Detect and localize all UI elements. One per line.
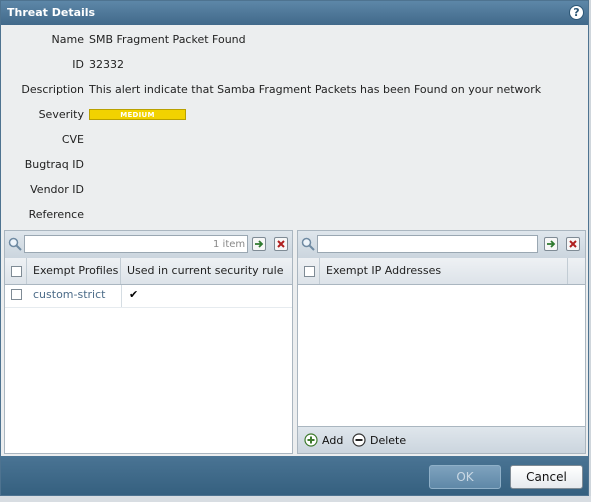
severity-badge: MEDIUM [89, 109, 186, 120]
detail-row-severity: Severity MEDIUM [5, 108, 586, 124]
dialog-footer: OK Cancel [1, 456, 588, 495]
id-label: ID [72, 58, 84, 71]
description-label: Description [21, 83, 84, 96]
select-all-checkbox[interactable] [304, 266, 315, 277]
row-divider [5, 307, 292, 308]
clear-x-icon [569, 240, 577, 248]
search-icon [301, 237, 315, 251]
add-label: Add [322, 434, 344, 447]
detail-row-description: Description This alert indicate that Sam… [5, 83, 586, 99]
detail-row-reference: Reference [5, 208, 586, 224]
detail-row-bugtraq: Bugtraq ID [5, 158, 586, 174]
row-checkbox[interactable] [11, 289, 22, 300]
detail-row-id: ID 32332 [5, 58, 586, 74]
select-all-checkbox[interactable] [11, 266, 22, 277]
vendor-id-label: Vendor ID [30, 183, 84, 196]
dialog-titlebar: Threat Details ? [1, 1, 588, 25]
exempt-profiles-toolbar: 1 item [5, 231, 292, 259]
background-strip [0, 496, 591, 502]
exempt-ips-header: Exempt IP Addresses [298, 258, 585, 285]
plus-icon [304, 433, 318, 447]
description-value: This alert indicate that Samba Fragment … [89, 83, 542, 96]
help-icon[interactable]: ? [569, 5, 584, 20]
table-row[interactable]: custom-strict ✔ [5, 285, 292, 306]
apply-filter-button[interactable] [252, 237, 266, 251]
cancel-button[interactable]: Cancel [510, 465, 583, 489]
severity-label: Severity [38, 108, 84, 121]
exempt-ips-toolbar [298, 231, 585, 259]
clear-filter-button[interactable] [274, 237, 288, 251]
apply-filter-button[interactable] [544, 237, 558, 251]
item-count: 1 item [213, 239, 246, 250]
arrow-right-icon [547, 240, 556, 248]
detail-row-name: Name SMB Fragment Packet Found [5, 33, 586, 49]
column-exempt-profiles[interactable]: Exempt Profiles [27, 258, 121, 284]
minus-icon [352, 433, 366, 447]
exempt-profiles-header: Exempt Profiles Used in current security… [5, 258, 292, 285]
exempt-ips-footer-toolbar: Add Delete [298, 426, 585, 453]
delete-label: Delete [370, 434, 407, 447]
exempt-profiles-panel: 1 item Exempt Profiles Used in current s… [4, 230, 293, 454]
bugtraq-label: Bugtraq ID [24, 158, 84, 171]
name-value: SMB Fragment Packet Found [89, 33, 246, 46]
profile-name[interactable]: custom-strict [33, 288, 105, 301]
clear-x-icon [277, 240, 285, 248]
arrow-right-icon [255, 240, 264, 248]
cve-label: CVE [61, 133, 84, 146]
used-checkmark: ✔ [129, 288, 139, 301]
clear-filter-button[interactable] [566, 237, 580, 251]
threat-details-section: Name SMB Fragment Packet Found ID 32332 … [5, 27, 586, 229]
id-value: 32332 [89, 58, 124, 71]
dialog-title: Threat Details [7, 6, 96, 19]
delete-button[interactable]: Delete [352, 432, 412, 448]
select-all-cell [298, 258, 320, 284]
reference-label: Reference [28, 208, 84, 221]
ok-button[interactable]: OK [429, 465, 501, 489]
exempt-ips-panel: Exempt IP Addresses Add Delete [297, 230, 586, 454]
column-divider [121, 285, 122, 307]
select-all-cell [5, 258, 27, 284]
name-label: Name [51, 33, 84, 46]
exempt-ips-search-input[interactable] [317, 235, 538, 253]
search-icon [8, 237, 22, 251]
detail-row-vendor: Vendor ID [5, 183, 586, 199]
detail-row-cve: CVE [5, 133, 586, 149]
column-exempt-ip-addresses[interactable]: Exempt IP Addresses [320, 258, 568, 284]
column-used-in-rule[interactable]: Used in current security rule [121, 258, 292, 284]
threat-details-dialog: Threat Details ? Name SMB Fragment Packe… [0, 0, 589, 496]
